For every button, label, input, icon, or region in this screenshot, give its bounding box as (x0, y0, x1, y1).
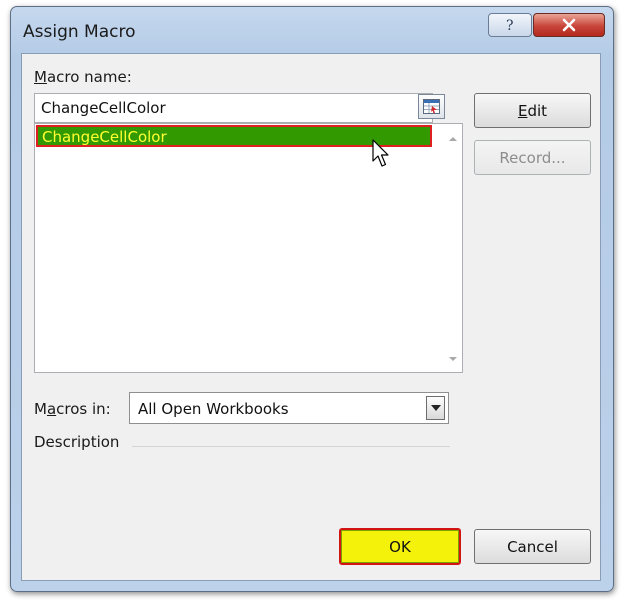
description-divider (132, 446, 450, 447)
macro-name-input[interactable]: ChangeCellColor (34, 93, 433, 123)
macro-name-label: Macro name: (34, 68, 132, 86)
edit-button[interactable]: Edit (474, 93, 591, 128)
record-button[interactable]: Record... (474, 140, 591, 175)
scroll-up-icon[interactable] (449, 137, 457, 141)
macros-in-select[interactable]: All Open Workbooks (129, 392, 449, 424)
dropdown-arrow-icon[interactable] (426, 396, 445, 420)
mouse-cursor-icon (372, 139, 389, 167)
dialog-body: Macro name: ChangeCellColor ChangeCellCo… (21, 53, 601, 581)
description-label: Description (34, 433, 120, 451)
macro-list[interactable]: ChangeCellColor (34, 123, 463, 373)
cancel-button[interactable]: Cancel (474, 529, 591, 564)
scroll-down-icon[interactable] (449, 357, 457, 361)
range-picker-icon (423, 99, 440, 114)
help-icon: ? (506, 18, 514, 33)
macro-list-scrollbar[interactable] (445, 124, 462, 372)
macros-in-value: All Open Workbooks (138, 400, 289, 418)
close-icon (562, 18, 576, 32)
dialog-title: Assign Macro (23, 22, 136, 42)
macros-in-label: Macros in: (34, 400, 111, 418)
ok-button[interactable]: OK (339, 528, 461, 565)
close-button[interactable] (533, 13, 605, 37)
assign-macro-dialog: Assign Macro ? Macro name: ChangeCellCol… (10, 6, 614, 592)
help-button[interactable]: ? (488, 13, 532, 37)
range-picker-button[interactable] (418, 94, 445, 119)
svg-text:?: ? (506, 18, 514, 33)
